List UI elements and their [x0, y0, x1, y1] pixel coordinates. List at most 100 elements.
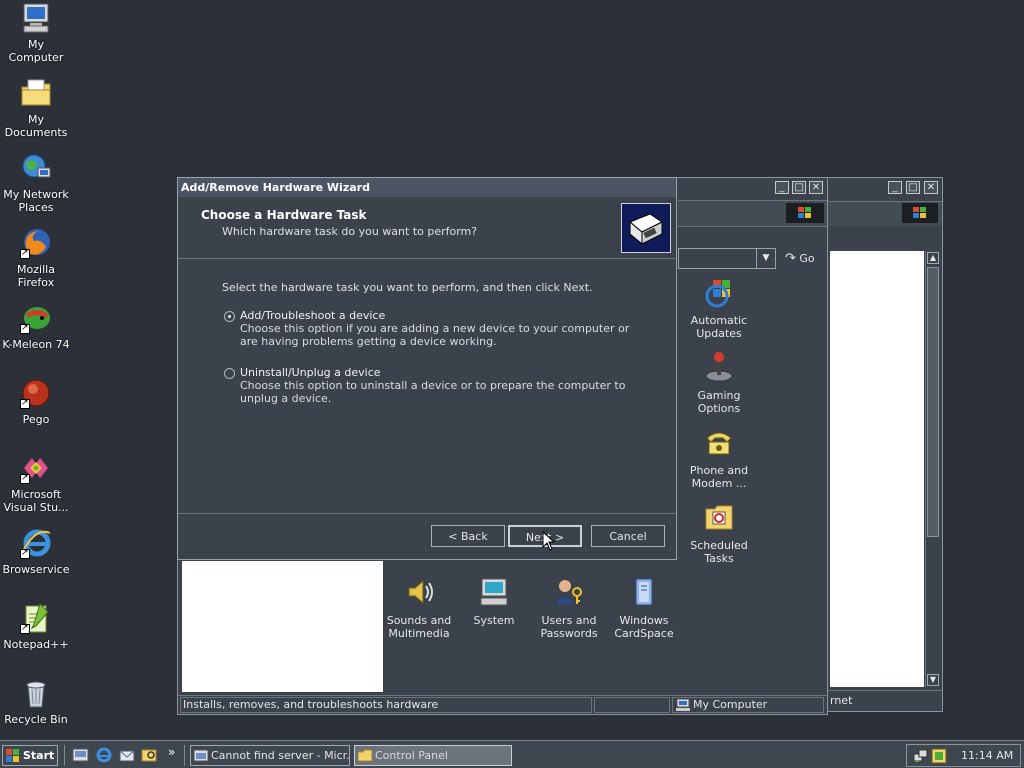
quicklaunch-separator [64, 745, 67, 766]
add-remove-hardware-wizard[interactable]: Add/Remove Hardware Wizard Choose a Hard… [177, 177, 677, 560]
option-description: Choose this option if you are adding a n… [240, 322, 630, 348]
windows-logo-icon [786, 203, 824, 223]
desktop-icon-k-meleon[interactable]: K-Meleon 74 [0, 302, 72, 351]
task-button-browser[interactable]: Cannot find server - Micr... [190, 745, 350, 766]
cp-icon-users-passwords[interactable]: Users and Passwords [529, 576, 609, 640]
maximize-button[interactable]: □ [906, 181, 920, 194]
display-tray-icon[interactable] [931, 748, 947, 764]
cp-icon-scheduled-tasks[interactable]: Scheduled Tasks [679, 501, 759, 565]
cp-icon-label: Sounds and Multimedia [386, 614, 452, 640]
status-bar: rnet [828, 690, 942, 710]
my-computer-icon [20, 2, 52, 34]
browservice-icon [20, 527, 52, 560]
back-button[interactable]: < Back [431, 525, 505, 547]
sounds-multimedia-icon [403, 576, 435, 608]
close-button[interactable]: ✕ [924, 181, 938, 194]
minimize-button[interactable]: _ [775, 181, 789, 194]
header-separator [178, 258, 676, 259]
scheduled-tasks-icon [703, 501, 735, 533]
scroll-down-icon[interactable]: ▼ [927, 674, 939, 686]
desktop-icon-my-computer[interactable]: My Computer [0, 2, 72, 64]
option-add-troubleshoot[interactable]: Add/Troubleshoot a device Choose this op… [240, 309, 650, 348]
chevron-down-icon[interactable]: ▼ [756, 249, 775, 268]
cp-icon-label: Windows CardSpace [614, 614, 674, 640]
desktop-icon-label: Recycle Bin [4, 713, 68, 726]
cp-icon-label: Gaming Options [697, 389, 741, 415]
internet-explorer-icon[interactable] [95, 747, 113, 763]
outlook-express-icon[interactable] [118, 747, 136, 763]
hardware-wizard-icon [621, 203, 671, 253]
cp-icon-label: System [473, 614, 515, 627]
firefox-icon [20, 227, 52, 260]
shortcut-arrow-icon [20, 247, 30, 260]
system-tray: 11:14 AM [906, 744, 1021, 767]
shortcut-arrow-icon [20, 472, 30, 485]
desktop-icon-label: Mozilla Firefox [17, 263, 55, 289]
toolbar [678, 200, 827, 227]
explorer-search-icon[interactable] [141, 747, 159, 763]
maximize-button[interactable]: □ [792, 181, 806, 194]
cp-icon-phone-modem[interactable]: Phone and Modem ... [679, 426, 759, 490]
task-label: Control Panel [375, 749, 448, 762]
network-tray-icon[interactable] [913, 748, 929, 764]
desktop-icon-label: Microsoft Visual Stu... [3, 488, 69, 514]
desktop-icon-network-places[interactable]: My Network Places [0, 152, 72, 214]
desktop-icon-label: Pego [22, 413, 50, 426]
status-panel [594, 697, 670, 713]
desktop-icon-visual-studio[interactable]: Microsoft Visual Stu... [0, 452, 72, 514]
scrollbar-thumb[interactable] [927, 267, 939, 537]
desktop-icon-label: K-Meleon 74 [2, 338, 70, 351]
clock: 11:14 AM [961, 749, 1014, 762]
go-button[interactable]: ↷ Go [781, 248, 827, 269]
vertical-scrollbar[interactable]: ▲ ▼ [925, 251, 940, 687]
windows-flag-icon [6, 749, 20, 762]
desktop-icon-pego[interactable]: Pego [0, 377, 72, 426]
quicklaunch-overflow-icon[interactable]: » [168, 745, 175, 759]
uninstall-unplug-radio[interactable] [224, 368, 235, 379]
start-label: Start [23, 749, 55, 762]
close-button[interactable]: ✕ [809, 181, 823, 194]
my-documents-icon [20, 77, 52, 109]
desktop-icon-browservice[interactable]: Browservice [0, 527, 72, 576]
desktop-icon-recycle-bin[interactable]: Recycle Bin [0, 677, 72, 726]
option-uninstall-unplug[interactable]: Uninstall/Unplug a device Choose this op… [240, 366, 650, 405]
cp-icon-windows-cardspace[interactable]: Windows CardSpace [604, 576, 684, 640]
gaming-options-icon [703, 351, 735, 383]
status-text: rnet [830, 694, 853, 707]
wizard-subheading: Which hardware task do you want to perfo… [222, 225, 478, 238]
desktop-icon-label: Notepad++ [3, 638, 69, 651]
address-input[interactable]: ▼ [678, 248, 776, 269]
start-button[interactable]: Start [2, 745, 58, 766]
pego-icon [20, 377, 52, 410]
desktop-icon-my-documents[interactable]: My Documents [0, 77, 72, 139]
option-label: Add/Troubleshoot a device [240, 309, 386, 322]
k-meleon-icon [20, 302, 52, 335]
content-pane [830, 251, 924, 687]
cp-icon-label: Automatic Updates [690, 314, 748, 340]
wizard-titlebar[interactable]: Add/Remove Hardware Wizard [178, 178, 676, 197]
minimize-button[interactable]: _ [888, 181, 902, 194]
cancel-button[interactable]: Cancel [591, 525, 665, 547]
background-window[interactable]: _ □ ✕ ▲ ▼ rnet [827, 177, 943, 712]
task-button-control-panel[interactable]: Control Panel [354, 745, 512, 766]
desktop-icon-notepad-plus[interactable]: Notepad++ [0, 602, 72, 651]
shortcut-arrow-icon [20, 547, 30, 560]
desktop-icon-label: Browservice [2, 563, 70, 576]
task-pane [182, 561, 383, 692]
scroll-up-icon[interactable]: ▲ [927, 252, 939, 264]
status-location-label: My Computer [693, 698, 768, 711]
cp-icon-label: Scheduled Tasks [690, 539, 748, 565]
cp-icon-gaming-options[interactable]: Gaming Options [679, 351, 759, 415]
cp-icon-system[interactable]: System [454, 576, 534, 627]
wizard-header: Choose a Hardware Task Which hardware ta… [178, 197, 676, 259]
footer-separator [178, 513, 676, 514]
add-troubleshoot-radio[interactable] [224, 311, 235, 322]
wizard-instruction: Select the hardware task you want to per… [222, 281, 593, 294]
show-desktop-icon[interactable] [72, 747, 90, 763]
cp-icon-automatic-updates[interactable]: Automatic Updates [679, 276, 759, 340]
desktop-icon-firefox[interactable]: Mozilla Firefox [0, 227, 72, 289]
control-panel-icon [357, 749, 373, 762]
shortcut-arrow-icon [20, 397, 30, 410]
cp-icon-sounds-multimedia[interactable]: Sounds and Multimedia [379, 576, 459, 640]
tasks-separator [184, 745, 187, 766]
